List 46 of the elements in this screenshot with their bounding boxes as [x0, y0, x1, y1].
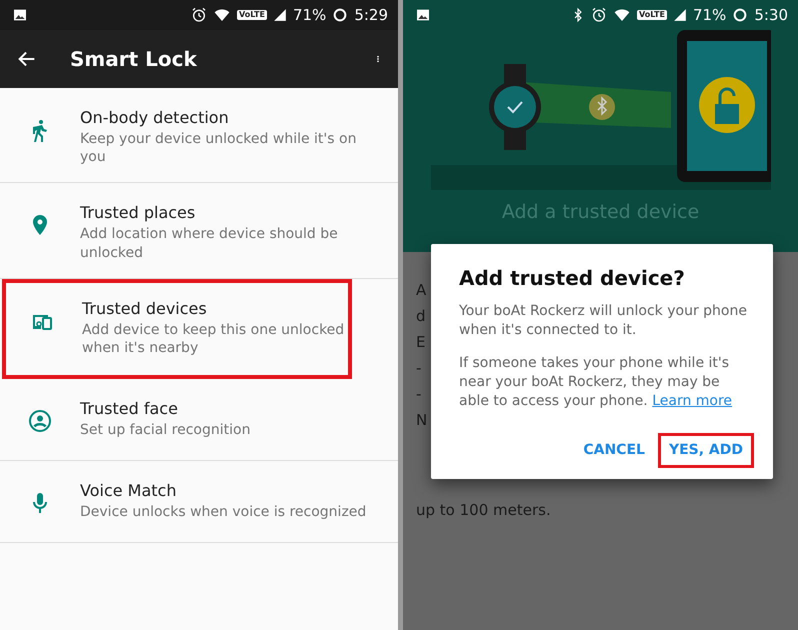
item-subtitle: Add location where device should be unlocked	[80, 225, 339, 262]
settings-item[interactable]: Trusted places Add location where device should be unlocked	[0, 183, 398, 279]
dialog-text: Your boAt Rockerz will unlock your phone when it's connected to it.	[459, 302, 748, 340]
background-text: E	[416, 332, 426, 352]
item-title: Trusted places	[80, 202, 196, 224]
settings-item[interactable]: Trusted face Set up facial recognition	[0, 378, 398, 461]
background-text: up to 100 meters.	[416, 500, 551, 520]
signal-icon	[672, 7, 687, 23]
alarm-clock-icon	[191, 7, 208, 23]
battery-percent: 71%	[292, 4, 326, 26]
item-subtitle: Set up facial recognition	[80, 420, 252, 439]
clock-time: 5:30	[754, 4, 788, 26]
battery-ring-icon	[332, 7, 348, 23]
item-subtitle: Add device to keep this one unlocked when it's nearby	[82, 320, 346, 358]
background-text: A	[416, 280, 426, 300]
battery-percent: 71%	[692, 4, 726, 26]
dialog-title: Add trusted device?	[459, 266, 686, 290]
image-icon	[415, 7, 431, 23]
settings-item[interactable]: Voice Match Device unlocks when voice is recognized	[0, 460, 398, 543]
wifi-icon	[213, 7, 232, 23]
toolbar-title: Smart Lock	[70, 47, 198, 71]
item-title: Voice Match	[80, 480, 178, 502]
item-title: Trusted face	[80, 398, 179, 420]
settings-item[interactable]: On-body detection Keep your device unlocked while it's on you	[0, 88, 398, 184]
background-text: -	[416, 358, 422, 378]
image-icon	[12, 7, 28, 23]
dialog-text: If someone takes your phone while it's near your boAt Rockerz, they may be able to access your phone. Learn more	[459, 354, 734, 410]
item-title: On-body detection	[80, 107, 230, 129]
background-text: -	[416, 384, 422, 404]
item-title: Trusted devices	[82, 298, 208, 320]
dialog-button[interactable]: YES, ADD	[660, 436, 751, 466]
item-subtitle: Keep your device unlocked while it's on you	[80, 130, 358, 166]
network-badge: VoLTE	[637, 10, 667, 20]
wifi-icon	[613, 7, 632, 23]
background-text: d	[416, 306, 426, 326]
settings-item[interactable]: Trusted devices Add device to keep this one unlocked when it's nearby	[2, 278, 352, 379]
clock-time: 5:29	[354, 4, 388, 26]
item-subtitle: Device unlocks when voice is recognized	[80, 502, 368, 521]
alarm-clock-icon	[591, 7, 608, 23]
person-circle-icon	[28, 408, 52, 433]
network-badge: VoLTE	[237, 10, 267, 20]
battery-ring-icon	[732, 7, 748, 23]
background-text: N	[416, 410, 428, 430]
dialog-button[interactable]: CANCEL	[575, 436, 653, 466]
signal-icon	[272, 7, 287, 23]
learn-more-link[interactable]: Learn more	[652, 392, 732, 409]
